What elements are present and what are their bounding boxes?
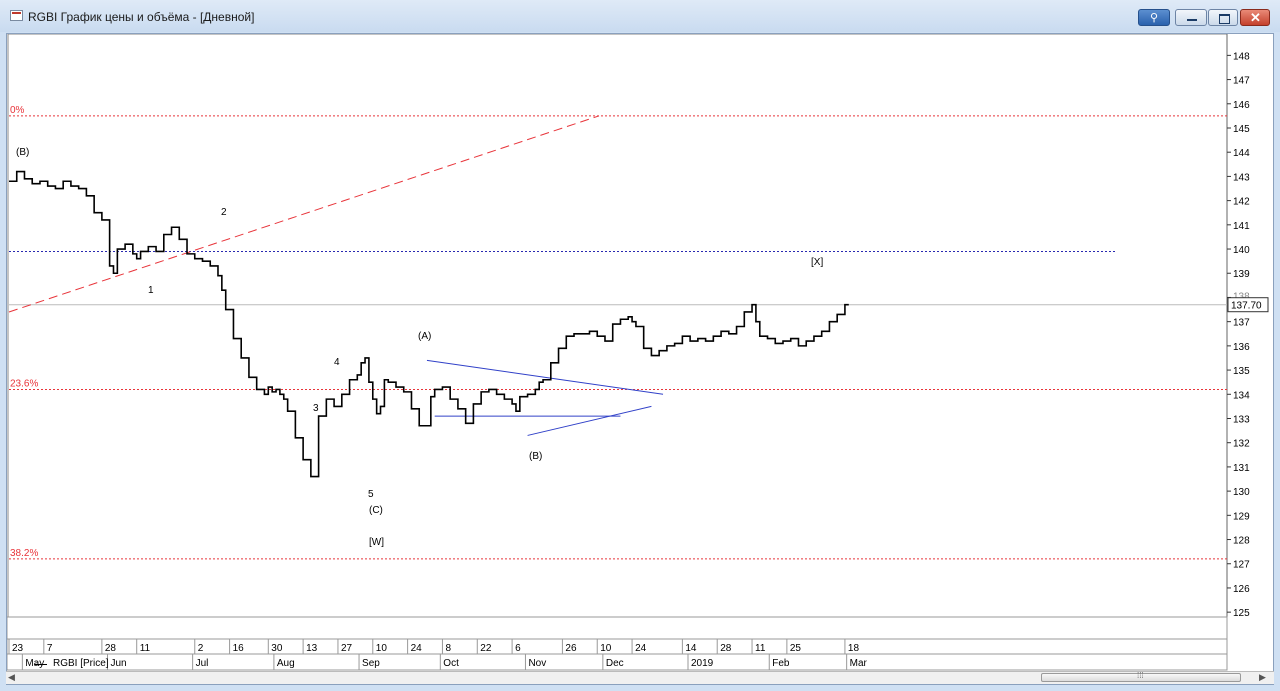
- price-tick-label: 141: [1233, 221, 1250, 232]
- price-tick-label: 126: [1233, 584, 1250, 595]
- date-month-label: Sep: [362, 658, 380, 669]
- price-tick-label: 136: [1233, 342, 1250, 353]
- date-day-label: 14: [685, 643, 697, 654]
- scroll-left-arrow-icon[interactable]: ◀: [8, 672, 15, 683]
- date-day-label: 24: [635, 643, 647, 654]
- fib-level-label: 0%: [10, 105, 25, 116]
- pin-button[interactable]: ⚲: [1138, 9, 1170, 26]
- date-month-label: Dec: [606, 658, 624, 669]
- price-tick-label: 137: [1233, 318, 1250, 329]
- triangle-lower-line: [527, 405, 652, 436]
- price-tick-label: 127: [1233, 560, 1250, 571]
- date-day-label: 30: [271, 643, 283, 654]
- wave-label: (B): [16, 147, 29, 158]
- price-tick-label: 135: [1233, 366, 1250, 377]
- price-tick-label: 128: [1233, 536, 1250, 547]
- legend-label: RGBI [Price]: [53, 658, 109, 669]
- legend-panel: [7, 616, 1228, 640]
- wave-label: [X]: [811, 257, 823, 268]
- wave-label: (B): [529, 451, 542, 462]
- wave-label: 5: [368, 489, 374, 500]
- price-tick-label: 131: [1233, 463, 1250, 474]
- date-month-label: Jul: [196, 658, 209, 669]
- date-month-label: Mar: [850, 658, 868, 669]
- chart-window: 148 147 146 145 144 143 142 141 140 139 138 137 136 1…: [6, 33, 1274, 685]
- price-tick-label: 132: [1233, 439, 1250, 450]
- price-tick-label: 129: [1233, 511, 1250, 522]
- date-month-label: Oct: [443, 658, 459, 669]
- price-tick-label: 134: [1233, 390, 1250, 401]
- price-tick-label: 140: [1233, 245, 1250, 256]
- date-month-label: Feb: [772, 658, 790, 669]
- price-tick-label: 145: [1233, 124, 1250, 135]
- wave-label: (A): [418, 331, 431, 342]
- date-day-label: 8: [445, 643, 451, 654]
- current-price-label: 137.70: [1231, 301, 1262, 312]
- close-icon: ✕: [1250, 10, 1261, 25]
- date-day-label: 10: [376, 643, 388, 654]
- price-tick-label: 125: [1233, 608, 1250, 619]
- date-day-label: 11: [755, 643, 766, 654]
- date-day-label: 28: [720, 643, 732, 654]
- price-chart[interactable]: 1481471461451441431421411401391381371361…: [7, 34, 1273, 684]
- plot-area-border: [7, 34, 1228, 618]
- red-dashed-trendline: [8, 115, 600, 313]
- maximize-icon: [1219, 14, 1230, 24]
- date-month-label: 2019: [691, 658, 714, 669]
- close-button[interactable]: ✕: [1240, 9, 1270, 26]
- date-day-label: 28: [105, 643, 117, 654]
- date-day-label: 7: [47, 643, 53, 654]
- date-day-label: 2: [198, 643, 204, 654]
- scroll-right-arrow-icon[interactable]: ▶: [1259, 672, 1266, 683]
- price-tick-label: 133: [1233, 414, 1250, 425]
- date-day-label: 13: [306, 643, 318, 654]
- price-tick-label: 139: [1233, 269, 1250, 280]
- horizontal-scrollbar[interactable]: ◀ ⁞⁞⁞ ▶: [6, 671, 1274, 684]
- price-tick-label: 148: [1233, 51, 1250, 62]
- pin-icon: ⚲: [1150, 12, 1159, 24]
- date-day-label: 16: [233, 643, 245, 654]
- wave-label: 4: [334, 357, 340, 368]
- fib-level-label: 38.2%: [10, 548, 38, 559]
- date-month-label: Jun: [110, 658, 126, 669]
- wave-label: 3: [313, 403, 319, 414]
- price-tick-label: 143: [1233, 172, 1250, 183]
- wave-label: (C): [369, 505, 383, 516]
- date-day-label: 24: [411, 643, 423, 654]
- scrollbar-thumb[interactable]: ⁞⁞⁞: [1041, 671, 1241, 682]
- date-day-label: 26: [565, 643, 577, 654]
- date-day-label: 22: [480, 643, 492, 654]
- fib-level-label: 23.6%: [10, 378, 38, 389]
- maximize-button[interactable]: [1208, 9, 1238, 26]
- date-day-label: 11: [140, 643, 151, 654]
- date-day-label: 23: [12, 643, 24, 654]
- date-day-label: 10: [600, 643, 612, 654]
- grip-icon: ⁞⁞⁞: [1137, 671, 1144, 680]
- wave-label: 1: [148, 285, 154, 296]
- minimize-icon: [1187, 19, 1197, 21]
- legend-swatch: [35, 664, 47, 665]
- window-title: RGBI График цены и объёма - [Дневной]: [28, 10, 255, 24]
- price-tick-label: 142: [1233, 197, 1250, 208]
- chart-app-icon: [10, 10, 23, 21]
- price-tick-label: 130: [1233, 487, 1250, 498]
- date-day-label: 27: [341, 643, 353, 654]
- price-tick-label: 146: [1233, 100, 1250, 111]
- date-month-label: Nov: [528, 658, 546, 669]
- minimize-button[interactable]: [1175, 9, 1207, 26]
- date-day-label: 6: [515, 643, 521, 654]
- wave-label: [W]: [369, 537, 384, 548]
- date-month-label: Aug: [277, 658, 295, 669]
- price-tick-label: 147: [1233, 76, 1250, 87]
- date-day-label: 18: [848, 643, 860, 654]
- price-series-line: [9, 170, 849, 478]
- wave-label: 2: [221, 207, 227, 218]
- window-titlebar: RGBI График цены и объёма - [Дневной] ⚲ …: [0, 0, 1280, 32]
- price-tick-label: 144: [1233, 148, 1250, 159]
- date-day-label: 25: [790, 643, 802, 654]
